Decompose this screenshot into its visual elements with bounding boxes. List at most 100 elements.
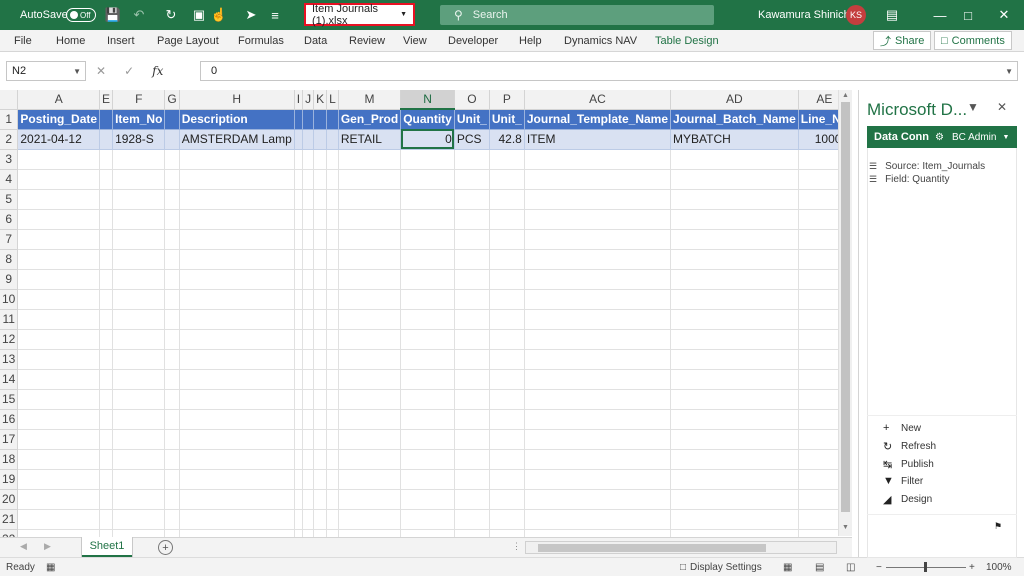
maximize-icon[interactable]: □ xyxy=(948,0,988,30)
row-header[interactable]: 16 xyxy=(0,409,19,430)
cell[interactable] xyxy=(454,369,490,390)
cell[interactable] xyxy=(454,349,490,370)
cell[interactable]: Posting_Date xyxy=(17,109,101,130)
cell[interactable] xyxy=(670,509,799,530)
add-sheet-icon[interactable]: + xyxy=(158,540,173,555)
column-header[interactable]: O xyxy=(454,90,490,110)
cell[interactable] xyxy=(338,469,402,490)
cell[interactable] xyxy=(294,349,304,370)
cell[interactable]: Line_No xyxy=(798,109,838,130)
cell[interactable] xyxy=(112,249,166,270)
cell[interactable] xyxy=(454,469,490,490)
camera-icon[interactable]: ▣ xyxy=(190,0,208,30)
cell[interactable] xyxy=(313,429,328,450)
cell[interactable] xyxy=(524,369,672,390)
cell[interactable] xyxy=(326,189,339,210)
cell[interactable] xyxy=(400,469,455,490)
row-header[interactable]: 8 xyxy=(0,249,19,270)
row-header[interactable]: 9 xyxy=(0,269,19,290)
cell[interactable] xyxy=(670,249,799,270)
cell[interactable] xyxy=(338,389,402,410)
cell[interactable] xyxy=(454,509,490,530)
cell[interactable] xyxy=(670,389,799,410)
cell[interactable] xyxy=(294,129,304,150)
cell[interactable]: AMSTERDAM Lamp xyxy=(179,129,295,150)
tab-table-design[interactable]: Table Design xyxy=(655,30,719,52)
cell[interactable]: 42.8 xyxy=(489,129,525,150)
cell[interactable] xyxy=(338,189,402,210)
cell[interactable] xyxy=(454,449,490,470)
cell[interactable] xyxy=(400,289,455,310)
tab-data[interactable]: Data xyxy=(304,30,327,52)
cell[interactable] xyxy=(670,269,799,290)
cell[interactable] xyxy=(454,229,490,250)
cell[interactable] xyxy=(400,409,455,430)
cell[interactable] xyxy=(400,509,455,530)
cell[interactable] xyxy=(326,369,339,390)
cell[interactable] xyxy=(164,429,180,450)
cell[interactable] xyxy=(164,129,180,150)
cell[interactable] xyxy=(179,349,295,370)
column-header[interactable]: J xyxy=(302,90,315,110)
cell[interactable] xyxy=(179,269,295,290)
column-header[interactable]: H xyxy=(179,90,295,110)
cell[interactable] xyxy=(524,169,672,190)
cell[interactable] xyxy=(112,149,166,170)
column-header[interactable]: AE xyxy=(798,90,838,110)
cell[interactable] xyxy=(338,349,402,370)
cell[interactable] xyxy=(400,209,455,230)
undo-icon[interactable]: ↶ xyxy=(130,0,148,30)
cell[interactable] xyxy=(179,329,295,350)
row-header[interactable]: 18 xyxy=(0,449,19,470)
cell[interactable] xyxy=(326,489,339,510)
cell[interactable] xyxy=(798,409,838,430)
display-settings-button[interactable]: □ Display Settings xyxy=(680,558,762,576)
cell[interactable] xyxy=(489,449,525,470)
cell[interactable] xyxy=(112,409,166,430)
cell[interactable] xyxy=(454,269,490,290)
row-header[interactable]: 14 xyxy=(0,369,19,390)
cell[interactable] xyxy=(798,349,838,370)
cell[interactable] xyxy=(99,269,114,290)
cell[interactable] xyxy=(338,429,402,450)
row-header[interactable]: 19 xyxy=(0,469,19,490)
design-action[interactable]: ◢ Design xyxy=(883,493,932,506)
page-layout-view-icon[interactable]: ▤ xyxy=(815,558,824,576)
cell[interactable] xyxy=(670,469,799,490)
tab-help[interactable]: Help xyxy=(519,30,542,52)
cell[interactable] xyxy=(454,389,490,410)
cell[interactable] xyxy=(454,249,490,270)
cell[interactable] xyxy=(164,249,180,270)
ribbon-display-icon[interactable]: ▤ xyxy=(872,0,912,30)
cell[interactable] xyxy=(294,369,304,390)
cell[interactable] xyxy=(313,169,328,190)
cell[interactable] xyxy=(326,109,339,130)
cell[interactable] xyxy=(112,469,166,490)
cell[interactable] xyxy=(489,329,525,350)
cell[interactable] xyxy=(798,189,838,210)
cell[interactable] xyxy=(798,469,838,490)
cell[interactable] xyxy=(112,429,166,450)
enter-icon[interactable]: ✓ xyxy=(124,64,134,78)
cell[interactable] xyxy=(179,469,295,490)
cell[interactable] xyxy=(112,209,166,230)
scrollbar-thumb[interactable] xyxy=(841,102,850,512)
cell[interactable] xyxy=(99,449,114,470)
user-name[interactable]: Kawamura Shinichi xyxy=(758,0,852,30)
cell[interactable] xyxy=(302,509,315,530)
cell[interactable] xyxy=(294,249,304,270)
cell[interactable] xyxy=(294,389,304,410)
cell[interactable] xyxy=(338,149,402,170)
cell[interactable] xyxy=(798,429,838,450)
touch-mode-icon[interactable]: ☝ xyxy=(210,0,228,30)
account-dropdown[interactable]: BC Admin xyxy=(952,132,996,143)
cell[interactable] xyxy=(524,469,672,490)
cell[interactable] xyxy=(400,429,455,450)
cell[interactable] xyxy=(294,469,304,490)
cell[interactable] xyxy=(489,189,525,210)
select-all-corner[interactable] xyxy=(0,90,19,110)
cell[interactable]: Gen_Prod xyxy=(338,109,402,130)
cell[interactable] xyxy=(179,289,295,310)
column-header[interactable]: G xyxy=(164,90,180,110)
cell[interactable] xyxy=(294,449,304,470)
